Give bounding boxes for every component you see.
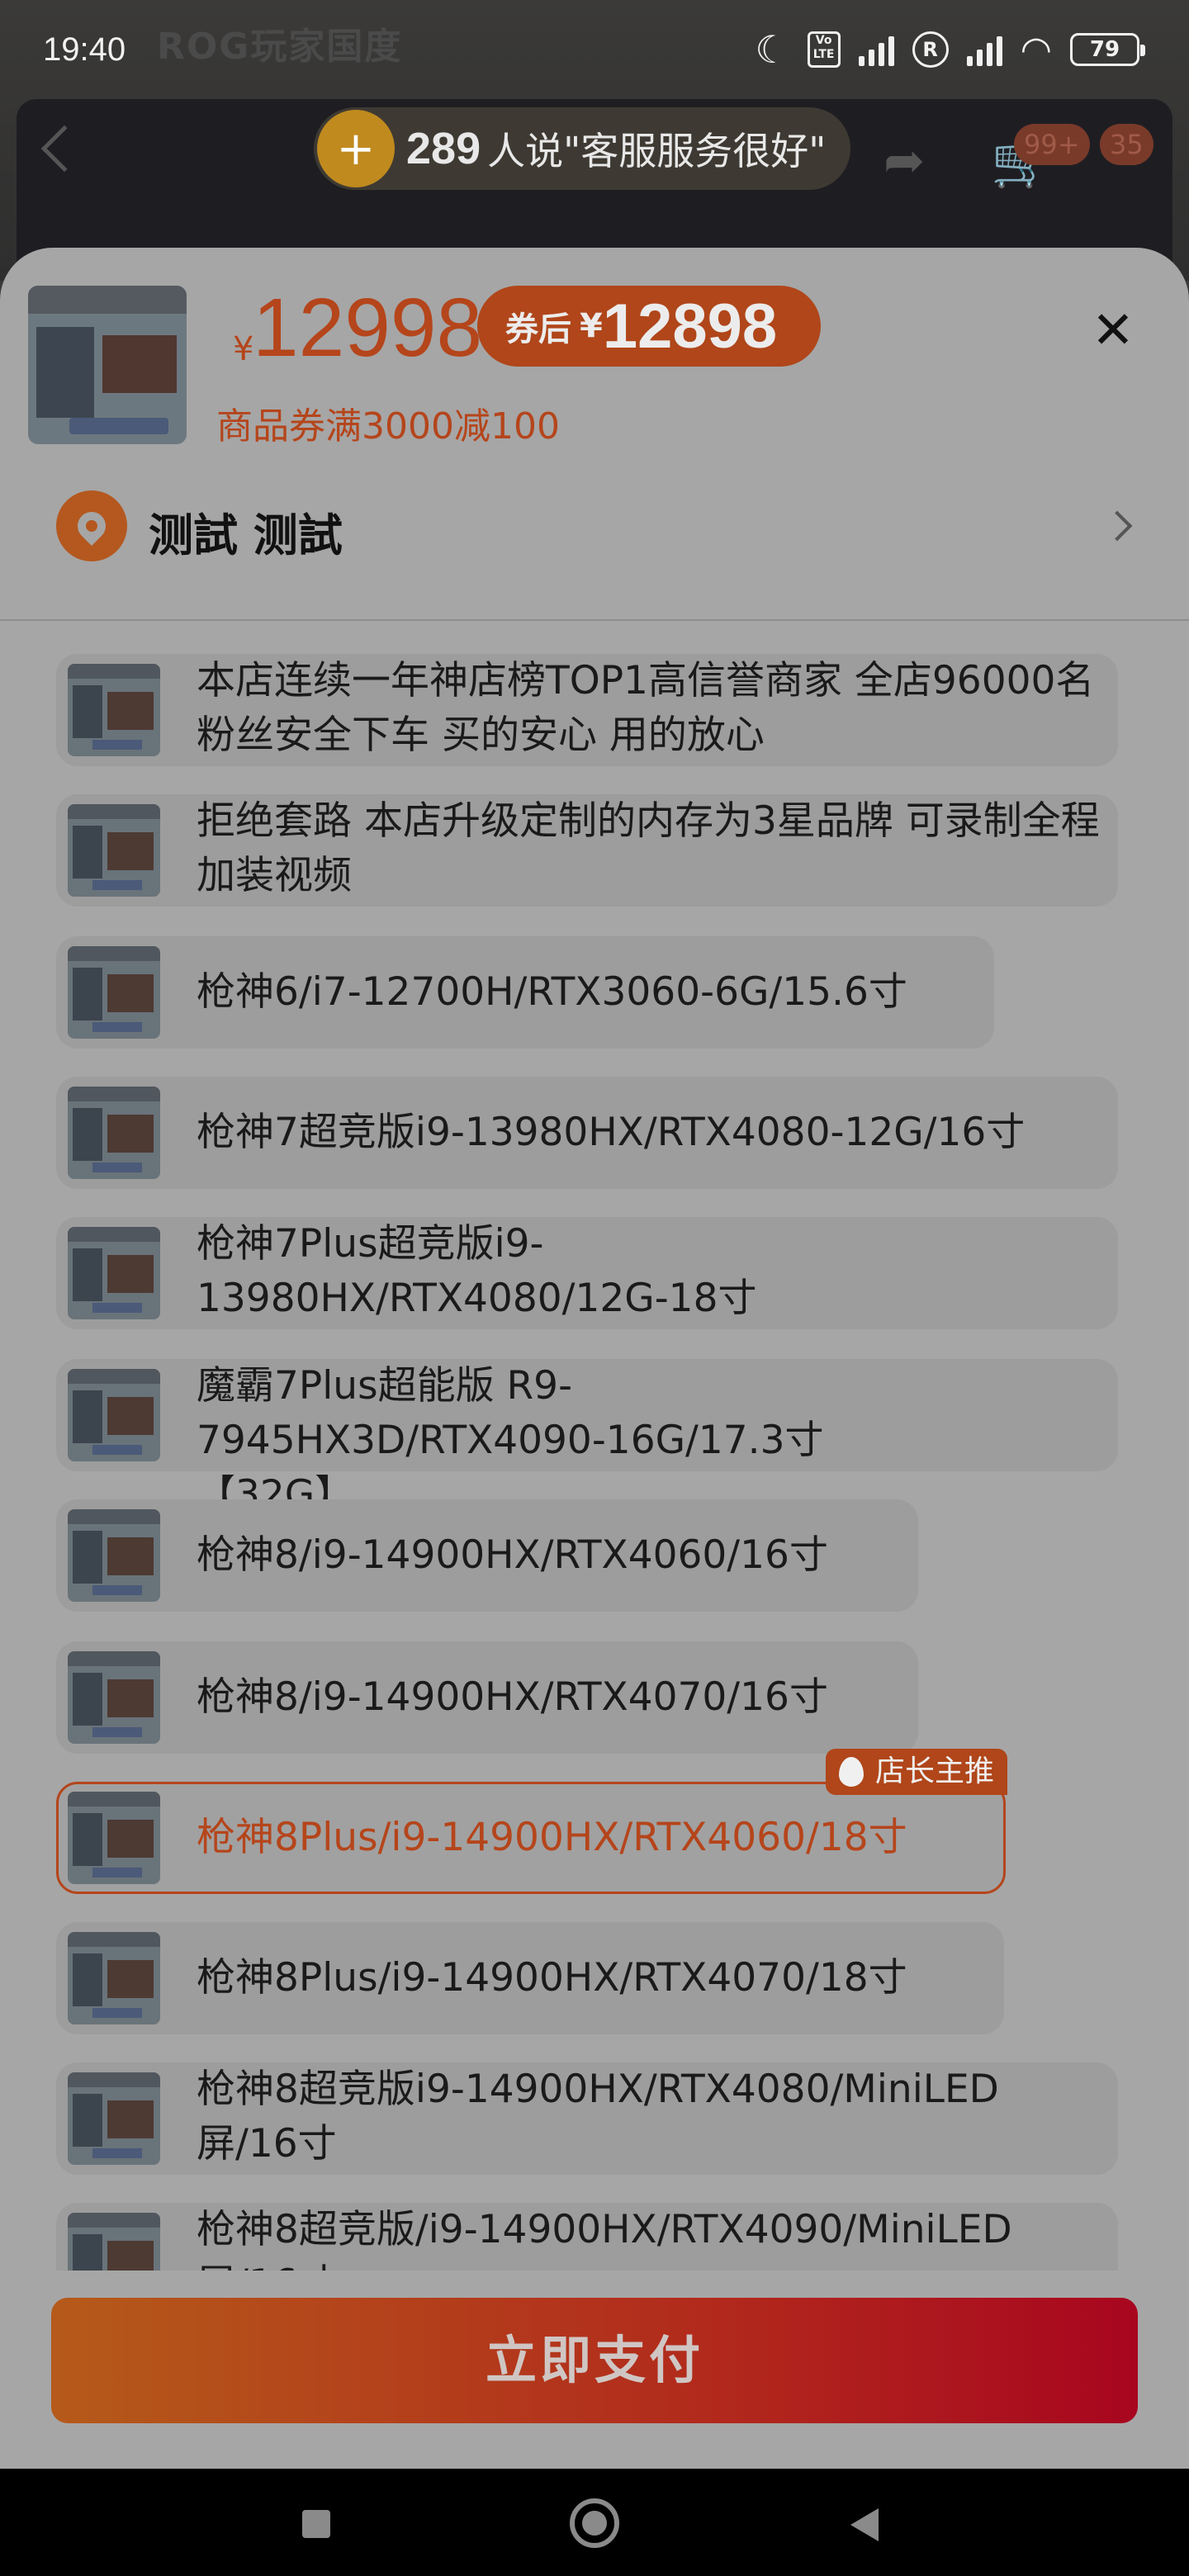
status-time: 19:40	[43, 31, 126, 68]
toast-text: 人说"客服服务很好"	[487, 129, 827, 173]
variant-option[interactable]: 枪神8超竞版i9-14900HX/RTX4080/MiniLED屏/16寸	[56, 2062, 1118, 2175]
fire-icon	[839, 1757, 864, 1787]
footer: 立即支付	[0, 2271, 1189, 2469]
variant-thumbnail	[68, 804, 160, 897]
close-icon[interactable]: ✕	[1088, 305, 1138, 356]
product-price: 12998	[253, 282, 483, 374]
variant-label: 枪神7Plus超竞版i9-13980HX/RTX4080/12G-18寸	[197, 1221, 757, 1321]
coupon-price: 12898	[602, 291, 778, 362]
variant-option[interactable]: 枪神7Plus超竞版i9-13980HX/RTX4080/12G-18寸	[56, 1217, 1118, 1329]
signal-icon	[858, 33, 894, 66]
variant-thumbnail	[68, 1509, 160, 1602]
variant-label: 枪神8超竞版i9-14900HX/RTX4080/MiniLED屏/16寸	[197, 2067, 999, 2166]
variant-thumbnail	[68, 1651, 160, 1744]
address-name: 测試 测試	[149, 509, 343, 561]
message-badge: 35	[1100, 124, 1153, 165]
recommend-tag: 店长主推	[826, 1749, 1008, 1795]
battery-icon: 79	[1070, 33, 1145, 66]
recommend-tag-label: 店长主推	[875, 1754, 995, 1788]
status-bar: 19:40 ☾ Vo LTE R ◠ 79	[0, 0, 1189, 99]
variant-list: 本店连续一年神店榜TOP1高信誉商家 全店96000名粉丝安全下车 买的安心 用…	[0, 621, 1189, 2271]
variant-thumbnail	[68, 664, 160, 756]
variant-option[interactable]: 枪神8Plus/i9-14900HX/RTX4070/18寸	[56, 1922, 1004, 2034]
toast-count: 289	[406, 124, 481, 173]
variant-label: 枪神8超竞版/i9-14900HX/RTX4090/MiniLED屏/16寸	[197, 2207, 1012, 2271]
address-row[interactable]: 测試 测試	[0, 479, 1189, 578]
location-icon	[56, 490, 127, 561]
moon-icon: ☾	[755, 27, 789, 72]
variant-label: 枪神7超竞版i9-13980HX/RTX4080-12G/16寸	[197, 1110, 1026, 1155]
variant-thumbnail	[68, 1087, 160, 1179]
coupon-price-pill: 券后 ¥ 12898	[477, 286, 821, 367]
variant-thumbnail	[68, 2213, 160, 2271]
variant-label: 魔霸7Plus超能版 R9-7945HX3D/RTX4090-16G/17.3寸…	[197, 1363, 824, 1518]
navigation-bar	[0, 2469, 1189, 2576]
variant-label: 本店连续一年神店榜TOP1高信誉商家 全店96000名粉丝安全下车 买的安心 用…	[197, 658, 1095, 758]
back-triangle-icon[interactable]	[850, 2508, 879, 2541]
coupon-note: 商品券满3000减100	[216, 405, 560, 447]
wifi-icon: ◠	[1020, 28, 1052, 71]
product-thumbnail[interactable]	[28, 286, 187, 444]
chevron-right-icon	[1101, 510, 1133, 542]
coupon-label: 券后	[505, 310, 571, 348]
variant-option-selected[interactable]: 枪神8Plus/i9-14900HX/RTX4060/18寸	[56, 1782, 1006, 1894]
pay-now-button[interactable]: 立即支付	[51, 2298, 1138, 2423]
variant-option[interactable]: 拒绝套路 本店升级定制的内存为3星品牌 可录制全程加装视频	[56, 794, 1118, 907]
home-icon[interactable]	[570, 2498, 619, 2548]
variant-thumbnail	[68, 946, 160, 1039]
variant-label: 枪神8/i9-14900HX/RTX4060/16寸	[197, 1532, 828, 1578]
service-toast: + 289 人说"客服服务很好"	[314, 107, 850, 190]
variant-thumbnail	[68, 1369, 160, 1461]
volte-icon: Vo LTE	[807, 31, 841, 68]
sku-sheet: ¥ 12998 券后 ¥ 12898 商品券满3000减100 ✕ 测試 测試 …	[0, 248, 1189, 2469]
recents-icon[interactable]	[302, 2510, 330, 2538]
variant-option[interactable]: 本店连续一年神店榜TOP1高信誉商家 全店96000名粉丝安全下车 买的安心 用…	[56, 654, 1118, 766]
variant-option[interactable]: 枪神8/i9-14900HX/RTX4060/16寸	[56, 1499, 918, 1612]
variant-option[interactable]: 枪神8超竞版/i9-14900HX/RTX4090/MiniLED屏/16寸	[56, 2203, 1118, 2271]
cart-badge: 99+	[1014, 124, 1090, 165]
share-icon: ➦	[883, 132, 926, 190]
shopping-bag-icon: +	[317, 110, 395, 187]
signal-icon	[966, 33, 1002, 66]
variant-thumbnail	[68, 2072, 160, 2165]
variant-option[interactable]: 枪神8/i9-14900HX/RTX4070/16寸	[56, 1641, 918, 1754]
variant-option[interactable]: 魔霸7Plus超能版 R9-7945HX3D/RTX4090-16G/17.3寸…	[56, 1359, 1118, 1518]
variant-label: 枪神8Plus/i9-14900HX/RTX4070/18寸	[197, 1955, 907, 2001]
variant-label: 枪神8/i9-14900HX/RTX4070/16寸	[197, 1674, 828, 1720]
variant-label: 拒绝套路 本店升级定制的内存为3星品牌 可录制全程加装视频	[197, 798, 1100, 898]
variant-option[interactable]: 枪神7超竞版i9-13980HX/RTX4080-12G/16寸	[56, 1077, 1118, 1189]
variant-thumbnail	[68, 1227, 160, 1319]
roaming-icon: R	[912, 31, 949, 68]
price-currency: ¥	[233, 330, 254, 368]
variant-thumbnail	[68, 1792, 160, 1884]
coupon-currency: ¥	[580, 307, 603, 345]
variant-thumbnail	[68, 1932, 160, 2024]
variant-option[interactable]: 枪神6/i7-12700H/RTX3060-6G/15.6寸	[56, 936, 994, 1049]
status-icons: ☾ Vo LTE R ◠ 79	[755, 27, 1145, 72]
variant-label: 枪神6/i7-12700H/RTX3060-6G/15.6寸	[197, 969, 907, 1015]
variant-label: 枪神8Plus/i9-14900HX/RTX4060/18寸	[197, 1815, 907, 1860]
